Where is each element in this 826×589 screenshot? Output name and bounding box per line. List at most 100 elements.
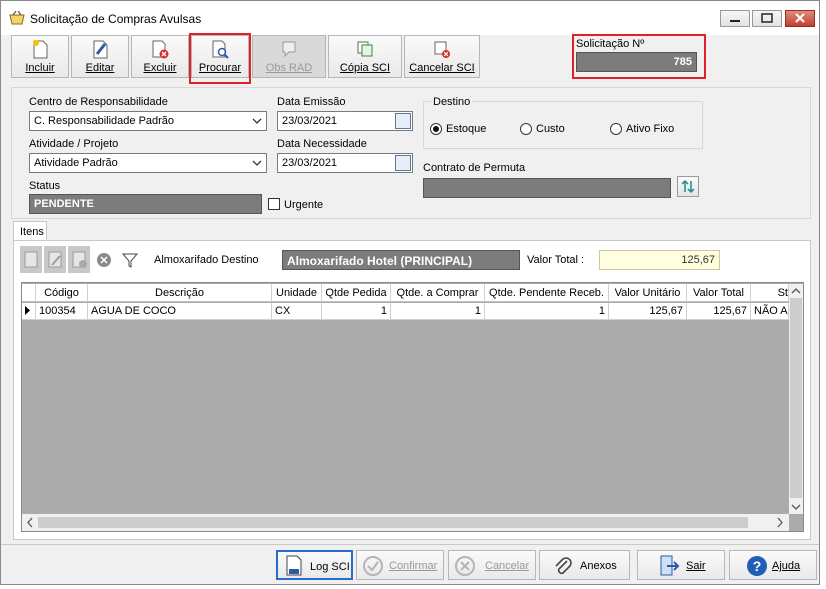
col-unidade[interactable]: Unidade bbox=[272, 284, 322, 302]
help-icon: ? bbox=[747, 556, 767, 576]
atividade-combo[interactable]: Atividade Padrão bbox=[29, 153, 267, 173]
table-row-cell-status[interactable]: NÃO A bbox=[751, 303, 789, 320]
destino-custo-radio[interactable] bbox=[520, 123, 532, 135]
centro-label: Centro de Responsabilidade bbox=[29, 96, 168, 108]
table-row-cell-codigo[interactable]: 100354 bbox=[36, 303, 88, 320]
data-emissao-value: 23/03/2021 bbox=[282, 115, 338, 127]
delete-document-icon bbox=[152, 40, 169, 59]
scroll-right-icon[interactable] bbox=[772, 514, 788, 531]
col-valor-unitario[interactable]: Valor Unitário bbox=[609, 284, 687, 302]
editar-label: Editar bbox=[85, 62, 115, 74]
col-qtde-pedida[interactable]: Qtde Pedida bbox=[322, 284, 391, 302]
col-qtde-pendente[interactable]: Qtde. Pendente Receb. bbox=[485, 284, 609, 302]
anexos-button[interactable]: Anexos bbox=[539, 550, 630, 580]
incluir-button[interactable]: Incluir bbox=[11, 35, 69, 78]
cancelar-button[interactable]: Cancelar bbox=[448, 550, 536, 580]
tab-itens[interactable]: Itens bbox=[13, 221, 47, 241]
check-circle-icon bbox=[363, 556, 383, 576]
excluir-button[interactable]: Excluir bbox=[131, 35, 189, 78]
current-row-arrow-icon bbox=[25, 306, 30, 315]
row-indicator bbox=[22, 303, 36, 320]
table-row-cell-valor-total[interactable]: 125,67 bbox=[687, 303, 751, 320]
vertical-scrollbar[interactable] bbox=[789, 284, 803, 514]
delete-item-icon bbox=[72, 251, 87, 268]
table-row-cell-qtde-pendente[interactable]: 1 bbox=[485, 303, 609, 320]
atividade-label: Atividade / Projeto bbox=[29, 138, 119, 150]
cancelar-sci-button[interactable]: Cancelar SCI bbox=[404, 35, 480, 78]
edit-item-button[interactable] bbox=[44, 246, 66, 273]
horizontal-scroll-thumb[interactable] bbox=[38, 517, 748, 528]
table-row-cell-descricao[interactable]: AGUA DE COCO bbox=[88, 303, 272, 320]
urgente-checkbox[interactable] bbox=[268, 198, 280, 210]
cancel-circle-icon bbox=[455, 556, 475, 576]
cancelar-label: Cancelar bbox=[485, 560, 530, 572]
vertical-scroll-thumb[interactable] bbox=[790, 298, 802, 498]
table-row-cell-unidade[interactable]: CX bbox=[272, 303, 322, 320]
data-emissao-label: Data Emissão bbox=[277, 96, 346, 108]
delete-item-button[interactable] bbox=[68, 246, 90, 273]
centro-combo[interactable]: C. Responsabilidade Padrão bbox=[29, 111, 267, 131]
copy-icon bbox=[357, 41, 373, 57]
sair-button[interactable]: Sair bbox=[637, 550, 725, 580]
contrato-field[interactable] bbox=[423, 178, 671, 198]
anexos-label: Anexos bbox=[580, 560, 617, 572]
data-necessidade-label: Data Necessidade bbox=[277, 138, 367, 150]
valor-total-value: 125,67 bbox=[599, 250, 720, 270]
confirmar-label: Confirmar bbox=[389, 560, 438, 572]
data-necessidade-field[interactable]: 23/03/2021 bbox=[277, 153, 413, 173]
atividade-value: Atividade Padrão bbox=[34, 157, 118, 169]
minimize-button[interactable] bbox=[720, 10, 750, 27]
table-row-cell-valor-unitario[interactable]: 125,67 bbox=[609, 303, 687, 320]
sair-label: Sair bbox=[686, 560, 706, 572]
paperclip-icon bbox=[555, 557, 572, 575]
obs-rad-button[interactable]: Obs RAD bbox=[252, 35, 326, 78]
scroll-up-icon[interactable] bbox=[789, 284, 803, 298]
minimize-icon bbox=[730, 20, 740, 22]
excluir-label: Excluir bbox=[143, 62, 177, 74]
horizontal-scrollbar[interactable] bbox=[22, 514, 789, 531]
log-document-icon bbox=[286, 555, 302, 576]
table-row-cell-qtde-pedida[interactable]: 1 bbox=[322, 303, 391, 320]
data-emissao-field[interactable]: 23/03/2021 bbox=[277, 111, 413, 131]
col-valor-total[interactable]: Valor Total bbox=[687, 284, 751, 302]
copia-sci-button[interactable]: Cópia SCI bbox=[328, 35, 402, 78]
scroll-left-icon[interactable] bbox=[22, 514, 38, 531]
destino-custo-label: Custo bbox=[536, 123, 565, 135]
clear-filter-icon[interactable] bbox=[96, 252, 112, 268]
destino-ativo-fixo-label: Ativo Fixo bbox=[626, 123, 675, 135]
destino-estoque-radio[interactable] bbox=[430, 123, 442, 135]
destino-ativo-fixo-radio[interactable] bbox=[610, 123, 622, 135]
main-window: Solicitação de Compras Avulsas Incluir E… bbox=[0, 0, 820, 585]
confirmar-button[interactable]: Confirmar bbox=[356, 550, 444, 580]
col-codigo[interactable]: Código bbox=[36, 284, 88, 302]
calendar-icon[interactable] bbox=[395, 155, 411, 171]
col-status[interactable]: St bbox=[751, 284, 789, 302]
close-icon bbox=[795, 13, 805, 23]
new-document-icon bbox=[33, 40, 48, 59]
maximize-button[interactable] bbox=[752, 10, 782, 27]
solicitacao-highlight bbox=[572, 34, 706, 79]
title-bar: Solicitação de Compras Avulsas bbox=[1, 1, 819, 35]
editar-button[interactable]: Editar bbox=[71, 35, 129, 78]
scroll-down-icon[interactable] bbox=[789, 500, 803, 514]
table-row-cell-qtde-comprar[interactable]: 1 bbox=[391, 303, 485, 320]
destino-label: Destino bbox=[431, 96, 473, 108]
funnel-icon[interactable] bbox=[121, 251, 139, 269]
swap-button[interactable] bbox=[677, 176, 699, 197]
col-qtde-comprar[interactable]: Qtde. a Comprar bbox=[391, 284, 485, 302]
calendar-icon[interactable] bbox=[395, 113, 411, 129]
edit-item-icon bbox=[48, 251, 62, 268]
window-title: Solicitação de Compras Avulsas bbox=[30, 12, 202, 26]
shopping-basket-icon bbox=[9, 11, 25, 25]
log-sci-button[interactable]: Log SCI bbox=[276, 550, 353, 580]
close-button[interactable] bbox=[785, 10, 815, 27]
obs-rad-label: Obs RAD bbox=[265, 62, 313, 74]
ajuda-button[interactable]: ? Ajuda bbox=[729, 550, 817, 580]
almox-value: Almoxarifado Hotel (PRINCIPAL) bbox=[282, 250, 520, 270]
col-descricao[interactable]: Descrição bbox=[88, 284, 272, 302]
add-item-button[interactable] bbox=[20, 246, 42, 273]
data-necessidade-value: 23/03/2021 bbox=[282, 157, 338, 169]
status-label: Status bbox=[29, 180, 61, 192]
copia-sci-label: Cópia SCI bbox=[339, 62, 391, 74]
contrato-label: Contrato de Permuta bbox=[423, 162, 526, 174]
